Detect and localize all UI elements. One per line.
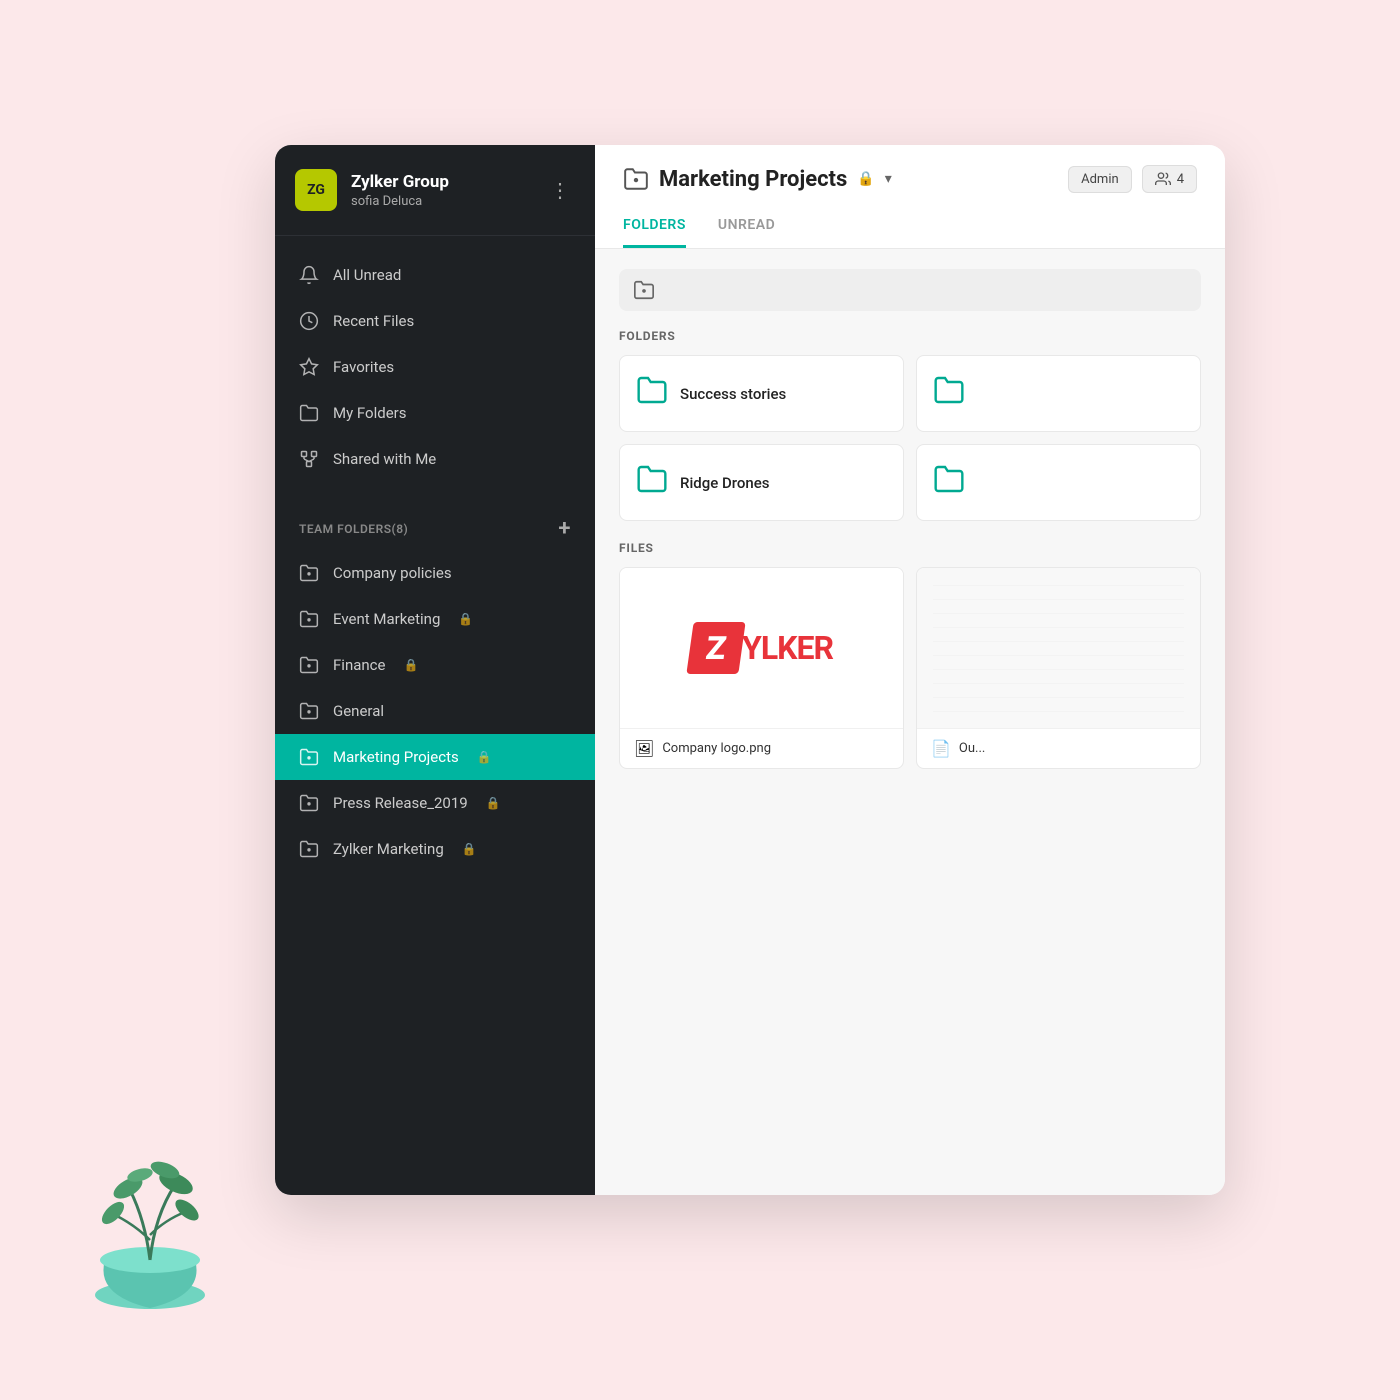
team-folders-header: TEAM FOLDERS(8) + — [275, 498, 595, 550]
sidebar-item-event-marketing[interactable]: Event Marketing 🔒 — [275, 596, 595, 642]
folder-card-success-stories[interactable]: Success stories — [619, 355, 904, 432]
file-name: Company logo.png — [662, 741, 771, 756]
toolbar-folder-icon — [633, 279, 655, 301]
sidebar-item-favorites[interactable]: Favorites — [275, 344, 595, 390]
lock-icon: 🔒 — [486, 796, 501, 810]
sidebar-item-finance[interactable]: Finance 🔒 — [275, 642, 595, 688]
more-menu-button[interactable]: ⋮ — [546, 174, 575, 206]
sidebar-item-label: Finance — [333, 656, 385, 674]
breadcrumb-row: Marketing Projects 🔒 ▾ Admin 4 — [623, 165, 1197, 193]
file-card-2[interactable]: 📄 Ou... — [916, 567, 1201, 769]
folders-section-label: FOLDERS — [619, 329, 1201, 343]
sidebar-item-press-release[interactable]: Press Release_2019 🔒 — [275, 780, 595, 826]
team-folder-icon — [299, 563, 319, 583]
folder-card-2[interactable] — [916, 355, 1201, 432]
folder-card-name: Success stories — [680, 385, 786, 403]
main-header: Marketing Projects 🔒 ▾ Admin 4 FOLDERS U… — [595, 145, 1225, 249]
star-icon — [299, 357, 319, 377]
file-card-footer: 🖼 Company logo.png — [620, 728, 903, 768]
folder-icon — [299, 403, 319, 423]
file-name: Ou... — [959, 741, 985, 756]
sidebar-item-company-policies[interactable]: Company policies — [275, 550, 595, 596]
team-folder-icon — [299, 793, 319, 813]
admin-badge[interactable]: Admin — [1068, 166, 1132, 193]
files-section-label: FILES — [619, 541, 1201, 555]
folder-card-icon — [933, 463, 965, 502]
sidebar-item-general[interactable]: General — [275, 688, 595, 734]
folder-header-icon — [623, 166, 649, 192]
members-badge[interactable]: 4 — [1142, 165, 1197, 193]
folder-card-4[interactable] — [916, 444, 1201, 521]
app-window: ZG Zylker Group sofia Deluca ⋮ All Unrea… — [275, 145, 1225, 1195]
sidebar-item-label: All Unread — [333, 266, 401, 284]
sidebar-item-recent-files[interactable]: Recent Files — [275, 298, 595, 344]
file-preview — [917, 568, 1200, 728]
content-area: FOLDERS Success stories — [595, 249, 1225, 1195]
file-card-footer: 📄 Ou... — [917, 728, 1200, 768]
sidebar-item-shared-with-me[interactable]: Shared with Me — [275, 436, 595, 482]
folder-card-icon — [636, 463, 668, 502]
avatar: ZG — [295, 169, 337, 211]
sidebar-item-label: My Folders — [333, 404, 407, 422]
sidebar-item-all-unread[interactable]: All Unread — [275, 252, 595, 298]
image-file-icon: 🖼 — [634, 739, 654, 758]
members-icon — [1155, 171, 1171, 187]
lock-icon: 🔒 — [403, 658, 418, 672]
header-text: Zylker Group sofia Deluca — [351, 172, 532, 209]
folder-card-name: Ridge Drones — [680, 474, 770, 492]
share-icon — [299, 449, 319, 469]
team-folder-icon — [299, 609, 319, 629]
tab-folders[interactable]: FOLDERS — [623, 207, 686, 248]
z-letter: Z — [686, 622, 745, 674]
zylker-logo: Z YLKER — [690, 622, 833, 674]
sidebar-item-marketing-projects[interactable]: Marketing Projects 🔒 — [275, 734, 595, 780]
add-team-folder-button[interactable]: + — [558, 518, 571, 540]
folder-card-ridge-drones[interactable]: Ridge Drones — [619, 444, 904, 521]
sidebar-item-label: Company policies — [333, 564, 452, 582]
team-folder-icon — [299, 747, 319, 767]
sidebar-item-my-folders[interactable]: My Folders — [275, 390, 595, 436]
sidebar-item-label: Marketing Projects — [333, 748, 459, 766]
doc-file-icon: 📄 — [931, 739, 951, 758]
team-folders-label: TEAM FOLDERS(8) — [299, 522, 408, 536]
plant-decoration — [60, 1040, 240, 1320]
file-card-company-logo[interactable]: Z YLKER 🖼 Company logo.png — [619, 567, 904, 769]
ylker-text: YLKER — [742, 629, 833, 667]
sidebar-item-label: Event Marketing — [333, 610, 440, 628]
sidebar-item-label: Press Release_2019 — [333, 794, 468, 812]
sidebar-item-label: Recent Files — [333, 312, 414, 330]
team-folder-icon — [299, 701, 319, 721]
tab-row: FOLDERS UNREAD — [623, 207, 1197, 248]
org-name: Zylker Group — [351, 172, 532, 192]
folder-card-icon — [636, 374, 668, 413]
file-preview: Z YLKER — [620, 568, 903, 728]
lock-icon: 🔒 — [477, 750, 492, 764]
lock-icon: 🔒 — [462, 842, 477, 856]
files-grid: Z YLKER 🖼 Company logo.png 📄 — [619, 567, 1201, 769]
folder-card-icon — [933, 374, 965, 413]
page-title: Marketing Projects — [659, 167, 847, 192]
user-name: sofia Deluca — [351, 194, 532, 209]
bell-icon — [299, 265, 319, 285]
lock-icon: 🔒 — [458, 612, 473, 626]
sidebar: ZG Zylker Group sofia Deluca ⋮ All Unrea… — [275, 145, 595, 1195]
sidebar-item-label: General — [333, 702, 384, 720]
team-folder-icon — [299, 839, 319, 859]
content-toolbar — [619, 269, 1201, 311]
sidebar-item-label: Favorites — [333, 358, 394, 376]
folders-grid: Success stories — [619, 355, 1201, 521]
chevron-down-button[interactable]: ▾ — [885, 171, 892, 187]
sidebar-nav: All Unread Recent Files Favorites — [275, 236, 595, 498]
main-content: Marketing Projects 🔒 ▾ Admin 4 FOLDERS U… — [595, 145, 1225, 1195]
members-count: 4 — [1177, 172, 1184, 187]
sidebar-item-label: Shared with Me — [333, 450, 436, 468]
team-folder-icon — [299, 655, 319, 675]
tab-unread[interactable]: UNREAD — [718, 207, 775, 248]
sidebar-header: ZG Zylker Group sofia Deluca ⋮ — [275, 145, 595, 236]
page-lock-icon: 🔒 — [857, 171, 874, 187]
sidebar-item-label: Zylker Marketing — [333, 840, 444, 858]
clock-icon — [299, 311, 319, 331]
sidebar-item-zylker-marketing[interactable]: Zylker Marketing 🔒 — [275, 826, 595, 872]
